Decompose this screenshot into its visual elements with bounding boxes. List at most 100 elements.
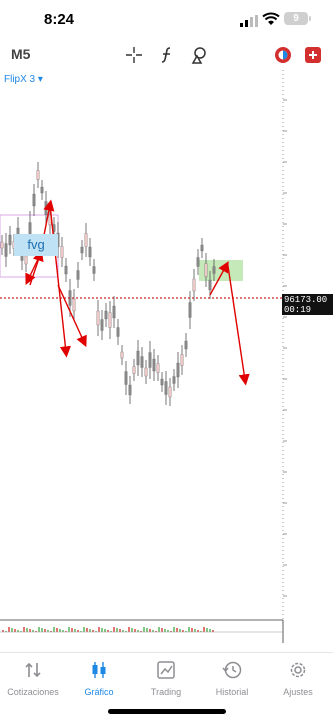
volume-bar — [8, 627, 10, 632]
trend-arrow — [227, 265, 250, 386]
volume-bar — [83, 627, 85, 632]
volume-bar — [209, 629, 211, 632]
volume-bar — [29, 629, 31, 632]
candle-body — [148, 352, 152, 368]
volume-bar — [176, 628, 178, 632]
volume-bar — [14, 629, 16, 632]
candle-body — [64, 265, 68, 275]
volume-bar — [206, 628, 208, 632]
candle-body — [168, 386, 172, 398]
new-order-icon[interactable] — [302, 44, 324, 66]
candlestick-chart[interactable] — [0, 70, 333, 650]
tab-trading[interactable]: Trading — [133, 659, 199, 697]
crosshair-icon[interactable] — [123, 44, 145, 66]
tab-chart[interactable]: Gráfico — [66, 659, 132, 697]
price-chart[interactable]: FlipX 3 ▾ fvg 96173.00 00:19 — [0, 70, 333, 650]
candle-body — [88, 246, 92, 258]
volume-bar — [23, 627, 25, 632]
candle-body — [40, 186, 44, 194]
volume-bar — [56, 628, 58, 632]
candle-body — [36, 170, 40, 180]
trading-icon — [133, 659, 199, 681]
battery-icon: 9 — [284, 12, 311, 25]
candle-body — [128, 384, 132, 396]
candle-body — [192, 278, 196, 292]
volume-bar — [26, 628, 28, 632]
quotes-icon — [0, 659, 66, 681]
cellular-signal-icon — [240, 14, 258, 32]
candle-body — [140, 356, 144, 368]
candle-body — [124, 371, 128, 385]
candle-body — [8, 234, 12, 246]
tab-quotes[interactable]: Cotizaciones — [0, 659, 66, 697]
candle-body — [136, 350, 140, 366]
chart-icon — [66, 659, 132, 681]
volume-bar — [203, 627, 205, 632]
candle-body — [208, 279, 212, 291]
candle-body — [188, 302, 192, 318]
volume-bar — [44, 629, 46, 632]
candle-body — [100, 319, 104, 331]
candle-body — [156, 363, 160, 373]
wifi-icon — [262, 12, 280, 31]
candle-body — [44, 201, 48, 215]
fvg-annotation[interactable]: fvg — [14, 234, 58, 256]
volume-bar — [101, 628, 103, 632]
candle-body — [152, 358, 156, 372]
candle-body — [196, 257, 200, 267]
one-click-trading-icon[interactable] — [272, 44, 294, 66]
status-bar: 8:24 9 — [0, 0, 333, 40]
candle-body — [120, 351, 124, 359]
volume-bar — [173, 627, 175, 632]
tab-history[interactable]: Historial — [199, 659, 265, 697]
volume-bar — [158, 627, 160, 632]
tab-bar: Cotizaciones Gráfico Trading Historial A… — [0, 652, 333, 702]
volume-bar — [143, 627, 145, 632]
candle-body — [96, 310, 100, 326]
volume-bar — [71, 628, 73, 632]
tab-settings[interactable]: Ajustes — [265, 659, 331, 697]
volume-bar — [188, 627, 190, 632]
volume-bar — [128, 627, 130, 632]
candle-body — [132, 366, 136, 374]
chart-toolbar: M5 — [0, 40, 333, 70]
home-indicator — [108, 709, 226, 714]
volume-bar — [11, 628, 13, 632]
volume-bar — [98, 627, 100, 632]
candle-body — [92, 266, 96, 274]
settings-icon — [265, 659, 331, 681]
candle-body — [176, 362, 180, 378]
volume-bar — [119, 629, 121, 632]
candle-body — [84, 233, 88, 247]
history-icon — [199, 659, 265, 681]
symbol-label[interactable]: FlipX 3 ▾ — [4, 74, 43, 85]
candle-body — [72, 298, 76, 312]
current-price-tag: 96173.00 00:19 — [282, 294, 333, 315]
volume-bar — [59, 629, 61, 632]
volume-bar — [194, 629, 196, 632]
volume-bar — [146, 628, 148, 632]
objects-icon[interactable] — [188, 44, 210, 66]
volume-bar — [53, 627, 55, 632]
volume-bar — [86, 628, 88, 632]
candle-body — [164, 381, 168, 395]
candle-body — [0, 241, 4, 249]
candle-body — [144, 367, 148, 377]
candle-body — [76, 270, 80, 280]
volume-bar — [131, 628, 133, 632]
candle-body — [200, 244, 204, 252]
candle-body — [60, 246, 64, 258]
volume-bar — [164, 629, 166, 632]
clock: 8:24 — [44, 11, 75, 28]
volume-bar — [161, 628, 163, 632]
candle-body — [112, 305, 116, 319]
volume-bar — [104, 629, 106, 632]
trend-arrow — [25, 254, 41, 286]
volume-bar — [68, 627, 70, 632]
indicators-icon[interactable] — [156, 44, 178, 66]
volume-bar — [179, 629, 181, 632]
volume-bar — [41, 628, 43, 632]
candle-body — [116, 327, 120, 337]
candle-body — [184, 340, 188, 350]
timeframe-selector[interactable]: M5 — [11, 46, 30, 62]
